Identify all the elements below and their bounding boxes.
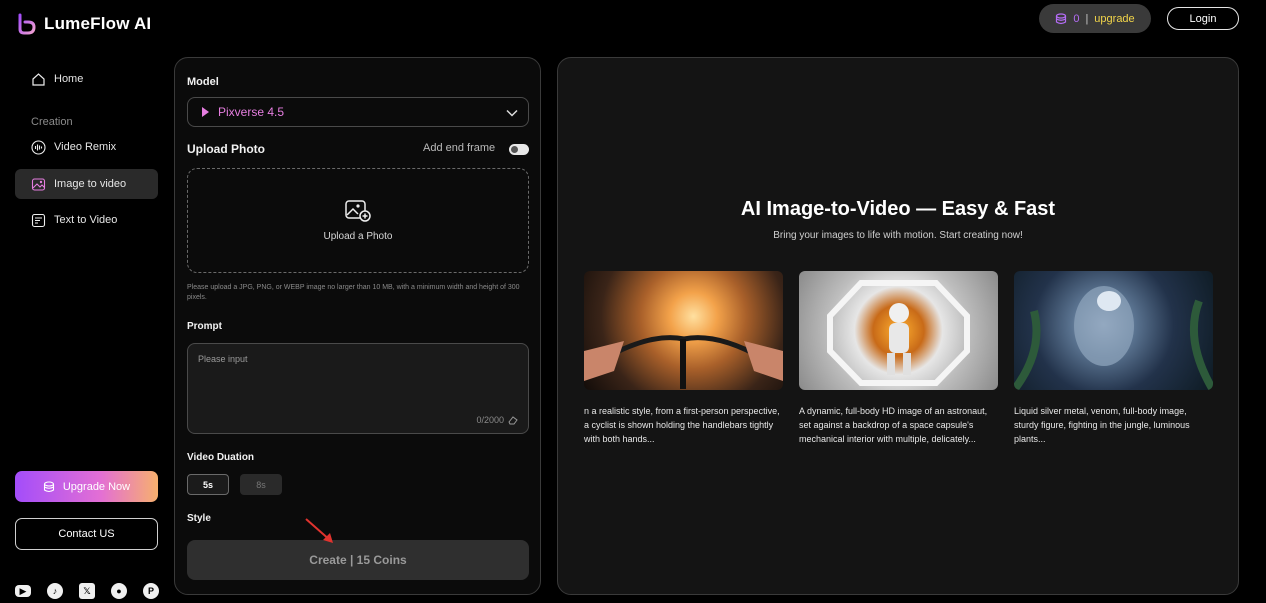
sidebar-item-video-remix[interactable]: Video Remix: [15, 132, 158, 162]
sidebar-item-label: Video Remix: [54, 141, 117, 153]
create-button[interactable]: Create | 15 Coins: [187, 540, 529, 580]
generation-form-panel: [174, 57, 541, 595]
prompt-placeholder: Please input: [198, 354, 248, 364]
coins-icon: [43, 480, 54, 492]
example-thumbnail-venom[interactable]: [1014, 271, 1213, 390]
duration-label: Video Duation: [187, 452, 255, 463]
example-prompt-text: Liquid silver metal, venom, full-body im…: [1014, 406, 1190, 444]
upload-hint: Please upload a JPG, PNG, or WEBP image …: [187, 284, 520, 301]
cyclist-scene-illustration: [584, 335, 783, 389]
style-label: Style: [187, 513, 211, 524]
showcase-subtitle: Bring your images to life with motion. S…: [773, 230, 1023, 241]
pixverse-icon: [202, 107, 209, 117]
coins-icon: [1056, 12, 1067, 24]
model-label: Model: [187, 76, 219, 88]
eraser-icon[interactable]: [508, 415, 518, 425]
example-thumbnail-astronaut[interactable]: [799, 271, 998, 390]
duration-option-5s[interactable]: 5s: [187, 474, 229, 495]
home-icon: [32, 72, 45, 86]
sidebar-section-creation: Creation: [31, 116, 73, 128]
example-prompt-text: n a realistic style, from a first-person…: [584, 406, 780, 444]
image-icon: [31, 177, 46, 191]
model-select[interactable]: Pixverse 4.5: [187, 97, 529, 127]
end-frame-toggle[interactable]: [509, 144, 529, 155]
chevron-down-icon: [506, 109, 518, 117]
coin-count: 0: [1073, 12, 1080, 25]
app-name: LumeFlow AI: [44, 14, 152, 33]
example-prompt-text: A dynamic, full-body HD image of an astr…: [799, 406, 988, 444]
prompt-counter: 0/2000: [476, 415, 518, 425]
reddit-icon[interactable]: ●: [111, 583, 127, 599]
showcase-title: AI Image-to-Video — Easy & Fast: [740, 198, 1056, 220]
sidebar-item-label: Home: [54, 73, 84, 85]
example-thumbnail-cyclist[interactable]: [584, 271, 783, 390]
coin-divider: |: [1085, 12, 1089, 25]
youtube-icon[interactable]: ▶: [15, 585, 31, 597]
contact-us-button[interactable]: Contact US: [15, 518, 158, 550]
sidebar-item-image-to-video[interactable]: Image to video: [15, 169, 158, 199]
x-twitter-icon[interactable]: 𝕏: [79, 583, 95, 599]
text-doc-icon: [31, 213, 46, 227]
lumeflow-logo-icon: [18, 13, 36, 35]
coin-balance[interactable]: 0 | upgrade: [1039, 4, 1151, 33]
prompt-label: Prompt: [187, 321, 222, 332]
upgrade-now-label: Upgrade Now: [62, 480, 131, 493]
prompt-textarea[interactable]: Please input 0/2000: [187, 343, 529, 434]
product-hunt-icon[interactable]: P: [143, 583, 159, 599]
upgrade-now-button[interactable]: Upgrade Now: [15, 471, 158, 502]
app-logo[interactable]: LumeFlow AI: [16, 13, 151, 35]
upgrade-link[interactable]: upgrade: [1094, 13, 1134, 25]
example-card[interactable]: Liquid silver metal, venom, full-body im…: [1014, 271, 1213, 446]
upload-cta: Upload a Photo: [323, 231, 393, 242]
sidebar-item-home[interactable]: Home: [15, 64, 158, 94]
audio-wave-icon: [31, 139, 46, 155]
upload-photo-label: Upload Photo: [187, 142, 265, 156]
char-count: 0/2000: [476, 415, 504, 425]
example-card[interactable]: n a realistic style, from a first-person…: [584, 271, 783, 446]
sidebar-item-text-to-video[interactable]: Text to Video: [15, 205, 158, 235]
login-button[interactable]: Login: [1167, 7, 1239, 30]
duration-option-8s[interactable]: 8s: [240, 474, 282, 495]
model-select-value: Pixverse 4.5: [218, 105, 285, 119]
end-frame-label: Add end frame: [423, 142, 496, 154]
sidebar-item-label: Image to video: [54, 178, 127, 190]
tiktok-icon[interactable]: ♪: [47, 583, 63, 599]
annotation-arrow-icon: [305, 518, 333, 543]
social-links: ▶ ♪ 𝕏 ● P: [15, 583, 159, 599]
astronaut-scene-illustration: [827, 280, 970, 386]
add-image-icon: [345, 200, 371, 222]
upload-dropzone[interactable]: Upload a Photo: [187, 168, 529, 273]
sidebar-item-label: Text to Video: [54, 214, 118, 226]
showcase-panel: AI Image-to-Video — Easy & Fast Bring yo…: [557, 57, 1239, 595]
example-card[interactable]: A dynamic, full-body HD image of an astr…: [799, 271, 998, 446]
venom-scene-illustration: [1014, 286, 1213, 390]
